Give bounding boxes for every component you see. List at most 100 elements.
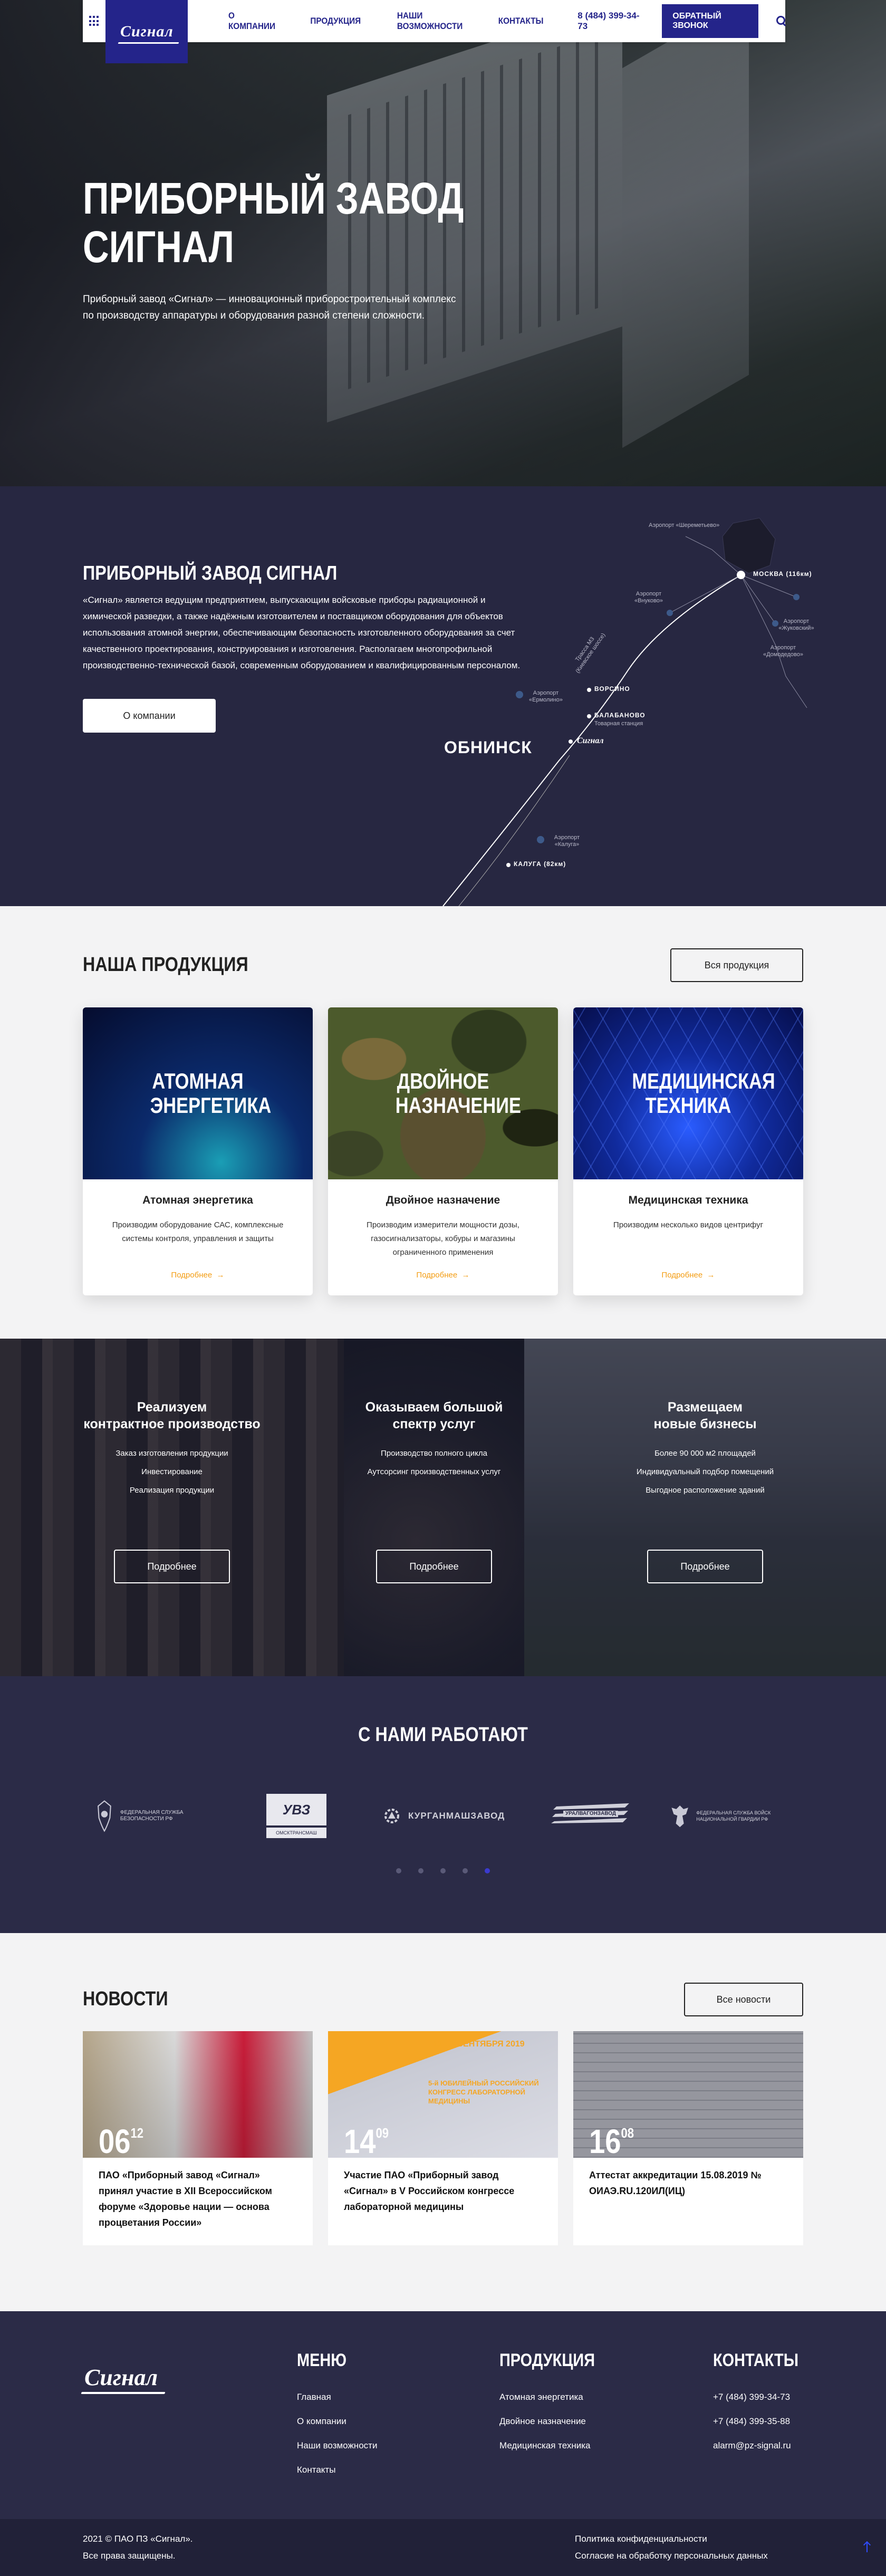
service-more-button[interactable]: Подробнее xyxy=(376,1550,492,1583)
map-logo: Сигнал xyxy=(577,736,604,745)
hero-text: Приборный завод «Сигнал» — инновационный… xyxy=(83,294,456,321)
fsb-logo-text: Федеральная служба безопасности РФ xyxy=(120,1810,184,1822)
about-button[interactable]: О компании xyxy=(83,699,216,733)
rosgvard-logo: Федеральная служба войск национальной гв… xyxy=(671,1787,797,1845)
product-image-text: Двойное назначение xyxy=(395,1069,522,1118)
service-list-item: Выгодное расположение зданий xyxy=(646,1486,765,1495)
about-section: Приборный завод Сигнал «Сигнал» является… xyxy=(0,486,886,906)
nav-contacts[interactable]: Контакты xyxy=(498,16,544,26)
product-card-dual[interactable]: Двойное назначение Двойное назначение Пр… xyxy=(328,1007,558,1295)
nav-products[interactable]: Продукция xyxy=(311,16,361,26)
nav-capabilities[interactable]: Наши возможности xyxy=(397,11,463,32)
footer-link[interactable]: Главная xyxy=(297,2385,377,2409)
copyright: 2021 © ПАО ПЗ «Сигнал». Все права защище… xyxy=(83,2531,193,2564)
product-text: Производим измерители мощности дозы, газ… xyxy=(367,1220,519,1257)
footer-link[interactable]: Медицинская техника xyxy=(499,2434,591,2458)
all-products-button[interactable]: Вся продукция xyxy=(670,948,803,982)
service-list: Более 90 000 м2 площадей Индивидуальный … xyxy=(524,1444,886,1500)
service-spectrum: Оказываем большой спектр услуг Производст… xyxy=(344,1339,524,1676)
uvz-logo-mark: УВЗ xyxy=(266,1794,326,1825)
footer-email[interactable]: alarm@pz-signal.ru xyxy=(713,2434,791,2458)
carousel-dot[interactable] xyxy=(396,1868,401,1873)
news-date: 1409 xyxy=(344,2122,389,2160)
hero-title-line1: Приборный завод xyxy=(83,174,464,223)
carousel-dot[interactable] xyxy=(463,1868,468,1873)
service-more-button[interactable]: Подробнее xyxy=(647,1550,763,1583)
news-card[interactable]: 0612 ПАО «Приборный завод «Сигнал» приня… xyxy=(83,2031,313,2245)
footer-phone[interactable]: +7 (484) 399-34-73 xyxy=(713,2385,791,2409)
kurganmash-logo: Курганмашзавод xyxy=(383,1787,509,1845)
product-card-medical[interactable]: Медицинская техника Медицинская техника … xyxy=(573,1007,803,1295)
site-footer: Сигнал Меню Главная О компании Наши возм… xyxy=(0,2311,886,2519)
carousel-dot[interactable] xyxy=(440,1868,446,1873)
map-balabanovo-sub: Товарная станция xyxy=(594,720,643,727)
ural-logo: УРАЛВАГОНЗАВОД xyxy=(548,1787,633,1845)
products-title: Наша продукция xyxy=(83,954,248,976)
grid-menu-icon xyxy=(89,16,100,26)
copyright-line: 2021 © ПАО ПЗ «Сигнал». xyxy=(83,2534,193,2544)
footer-contacts: +7 (484) 399-34-73 +7 (484) 399-35-88 al… xyxy=(713,2385,791,2458)
map-balabanovo: БАЛАБАНОВО xyxy=(594,712,646,719)
rosgvard-logo-text: Федеральная служба войск национальной гв… xyxy=(696,1810,771,1822)
news-date: 1608 xyxy=(589,2122,634,2160)
product-title: Атомная энергетика xyxy=(142,1194,253,1206)
product-title: Двойное назначение xyxy=(386,1194,500,1206)
partners-title: С нами работают xyxy=(358,1724,528,1746)
all-news-button[interactable]: Все новости xyxy=(684,1983,803,2016)
product-card-atom[interactable]: Атомная энергетика Атомная энергетика Пр… xyxy=(83,1007,313,1295)
footer-link[interactable]: Контакты xyxy=(297,2458,377,2482)
service-list-item: Производство полного цикла xyxy=(381,1449,487,1458)
eagle-emblem-icon xyxy=(671,1805,688,1828)
footer-logo[interactable]: Сигнал xyxy=(84,2364,158,2391)
service-contract: Реализуем контрактное производство Заказ … xyxy=(0,1339,344,1676)
location-map: Аэропорт «Шереметьево» Аэропорт «Внуково… xyxy=(438,486,886,906)
service-list: Производство полного цикла Аутсорсинг пр… xyxy=(344,1444,524,1481)
footer-link[interactable]: О компании xyxy=(297,2409,377,2434)
search-icon[interactable] xyxy=(776,16,785,26)
nav-about[interactable]: О компании xyxy=(228,11,275,32)
airport-sheremetyevo: Аэропорт «Шереметьево» xyxy=(649,522,720,528)
header-phone[interactable]: 8 (484) 399-34-73 xyxy=(577,11,640,32)
service-more-button[interactable]: Подробнее xyxy=(114,1550,230,1583)
product-text: Производим несколько видов центрифуг xyxy=(613,1220,764,1229)
service-list-item: Аутсорсинг производственных услуг xyxy=(367,1467,501,1476)
services-section: Реализуем контрактное производство Заказ … xyxy=(0,1339,886,1676)
airport-domodedovo: Аэропорт «Домодедово» xyxy=(763,645,804,658)
product-more-link[interactable]: Подробнее → xyxy=(573,1271,803,1280)
callback-button[interactable]: Обратный звонок xyxy=(662,4,758,38)
privacy-link[interactable]: Политика конфиденциальности xyxy=(575,2531,768,2548)
product-more-link[interactable]: Подробнее → xyxy=(328,1271,558,1280)
footer-phone[interactable]: +7 (484) 399-35-88 xyxy=(713,2409,791,2434)
news-image: 11-13 СЕНТЯБРЯ 2019 5-й ЮБИЛЕЙНЫЙ РОССИЙ… xyxy=(328,2031,558,2160)
service-list-item: Инвестирование xyxy=(141,1467,203,1476)
product-more-link[interactable]: Подробнее → xyxy=(83,1271,313,1280)
news-image: 1608 xyxy=(573,2031,803,2160)
product-image-text: Медицинская техника xyxy=(632,1069,775,1118)
news-card[interactable]: 1608 Аттестат аккредитации 15.08.2019 № … xyxy=(573,2031,803,2245)
product-image-atom: Атомная энергетика xyxy=(83,1007,313,1179)
airport-ermolino: Аэропорт «Ермолино» xyxy=(529,690,563,703)
carousel-dots xyxy=(0,1868,886,1873)
service-list-item: Индивидуальный подбор помещений xyxy=(636,1467,774,1476)
footer-link[interactable]: Атомная энергетика xyxy=(499,2385,591,2409)
news-card-title: Аттестат аккредитации 15.08.2019 № ОИАЭ.… xyxy=(589,2170,762,2196)
scroll-up-icon[interactable] xyxy=(863,2541,871,2553)
main-nav: О компании Продукция Наши возможности Ко… xyxy=(226,11,546,32)
map-routes xyxy=(442,517,807,906)
footer-products: Атомная энергетика Двойное назначение Ме… xyxy=(499,2385,591,2458)
map-city: ОБНИНСК xyxy=(444,738,532,757)
news-card[interactable]: 11-13 СЕНТЯБРЯ 2019 5-й ЮБИЛЕЙНЫЙ РОССИЙ… xyxy=(328,2031,558,2245)
news-image: 0612 xyxy=(83,2031,313,2160)
consent-link[interactable]: Согласие на обработку персональных данны… xyxy=(575,2548,768,2564)
carousel-dot-active[interactable] xyxy=(485,1868,490,1873)
product-image-dual: Двойное назначение xyxy=(328,1007,558,1179)
carousel-dot[interactable] xyxy=(418,1868,423,1873)
service-business: Размещаем новые бизнесы Более 90 000 м2 п… xyxy=(524,1339,886,1676)
footer-link[interactable]: Наши возможности xyxy=(297,2434,377,2458)
service-list-item: Заказ изготовления продукции xyxy=(115,1449,228,1458)
logo[interactable]: Сигнал xyxy=(105,0,188,63)
about-title: Приборный завод Сигнал xyxy=(83,562,338,584)
menu-button[interactable] xyxy=(83,0,105,42)
footer-link[interactable]: Двойное назначение xyxy=(499,2409,591,2434)
service-title: Оказываем большой спектр услуг xyxy=(365,1400,503,1431)
